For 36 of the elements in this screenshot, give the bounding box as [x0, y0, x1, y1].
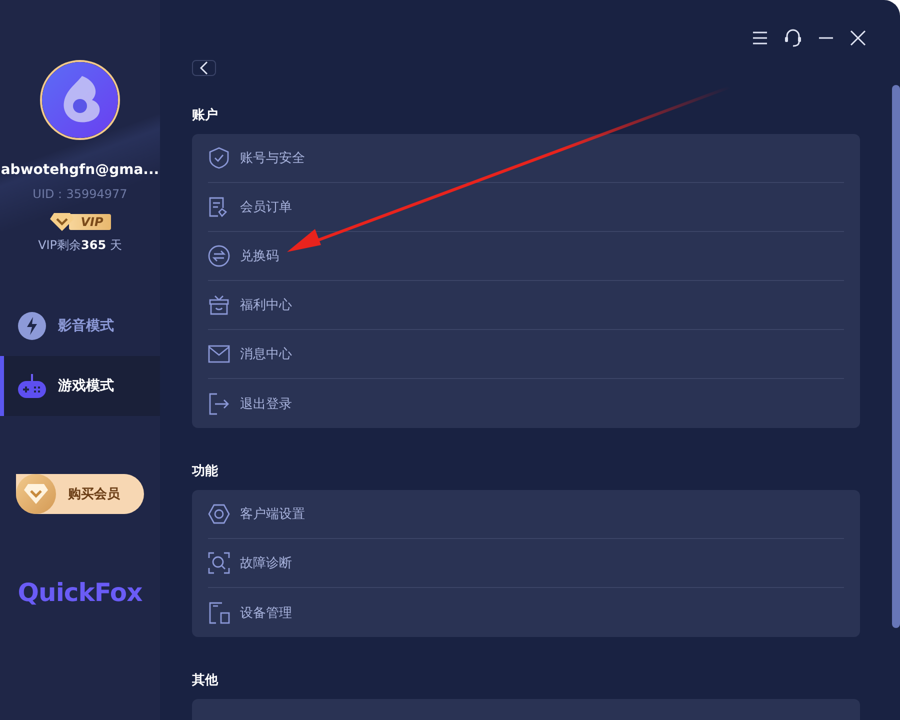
- back-button[interactable]: [192, 60, 216, 76]
- scrollbar-thumb[interactable]: [892, 85, 900, 628]
- logout-icon: [208, 392, 230, 414]
- settings-item[interactable]: 设备管理: [208, 588, 844, 637]
- app-logo: QuickFox: [18, 578, 142, 607]
- section-heading: 功能: [192, 463, 219, 480]
- buy-membership-button[interactable]: 购买会员: [16, 474, 144, 514]
- hexagon-icon: [208, 503, 230, 525]
- settings-item[interactable]: 消息中心: [208, 330, 844, 379]
- headset-icon[interactable]: [784, 28, 802, 48]
- vip-remaining: VIP剩余365 天: [38, 237, 122, 254]
- lightning-icon: [18, 312, 46, 340]
- envelope-icon: [208, 343, 230, 365]
- settings-item[interactable]: 账号与安全: [208, 134, 844, 183]
- chevron-left-icon: [199, 61, 209, 75]
- diamond-icon: [23, 483, 49, 505]
- settings-item[interactable]: 退出登录: [208, 379, 844, 428]
- user-id: UID：35994977: [32, 186, 128, 203]
- receipt-icon: [208, 196, 230, 218]
- section-heading: 其他: [192, 672, 220, 689]
- settings-item[interactable]: 福利中心: [208, 281, 844, 330]
- close-icon[interactable]: [850, 30, 866, 46]
- mode-tab[interactable]: 游戏模式: [0, 356, 160, 416]
- exchange-icon: [208, 245, 230, 267]
- mode-tab[interactable]: 影音模式: [0, 296, 160, 356]
- settings-item[interactable]: 会员订单: [208, 183, 844, 232]
- section-heading: 账户: [192, 106, 219, 124]
- scan-search-icon: [208, 552, 230, 574]
- gamepad-icon: [18, 373, 46, 399]
- user-email: abwotehgfn@gma...: [0, 162, 160, 178]
- shield-check-icon: [208, 147, 230, 169]
- settings-item[interactable]: 客户端设置: [208, 490, 844, 539]
- menu-icon[interactable]: [752, 31, 768, 45]
- gift-icon: [208, 294, 230, 316]
- devices-icon: [208, 602, 230, 624]
- settings-item[interactable]: 故障诊断: [208, 539, 844, 588]
